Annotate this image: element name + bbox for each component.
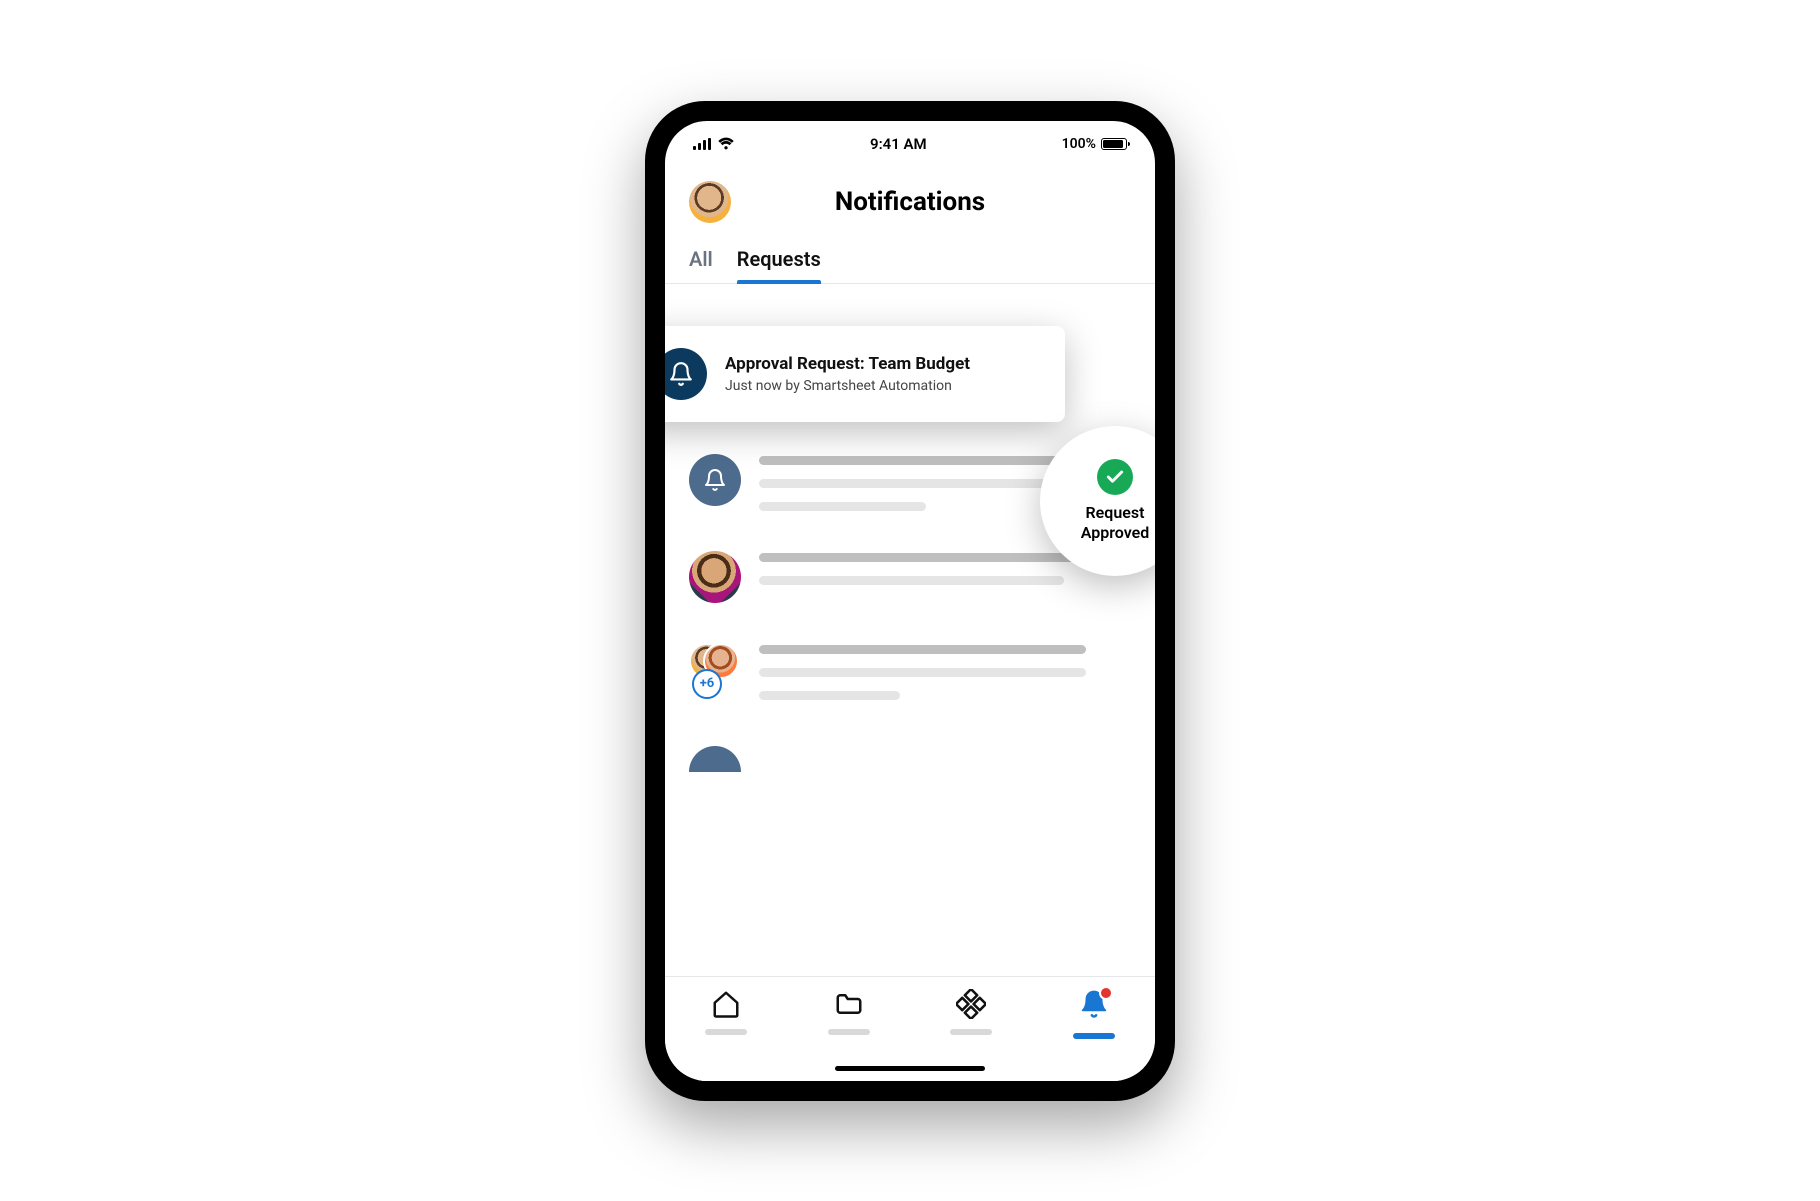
- battery-percent-label: 100%: [1062, 136, 1096, 152]
- cellular-signal-icon: [693, 138, 711, 150]
- list-item[interactable]: [689, 740, 1131, 772]
- phone-screen: 9:41 AM 100% Notifications All Requests …: [665, 121, 1155, 1081]
- list-item[interactable]: [689, 551, 1131, 603]
- avatar-group: +6: [689, 643, 741, 695]
- battery-icon: [1101, 138, 1127, 150]
- approved-text: Request Approved: [1081, 503, 1150, 543]
- list-item[interactable]: +6: [689, 643, 1131, 700]
- page-title: Notifications: [689, 187, 1131, 217]
- tab-all[interactable]: All: [689, 247, 713, 283]
- folder-icon: [834, 989, 864, 1019]
- check-icon: [1097, 459, 1133, 495]
- user-avatar: [689, 746, 741, 772]
- apps-icon: [956, 989, 986, 1019]
- approved-line1: Request: [1086, 503, 1145, 523]
- status-bar: 9:41 AM 100%: [665, 121, 1155, 167]
- skeleton-lines: [759, 643, 1131, 700]
- status-battery-group: 100%: [1062, 136, 1127, 152]
- nav-apps[interactable]: [950, 989, 992, 1035]
- bottom-nav-bar: [665, 976, 1155, 1081]
- approved-line2: Approved: [1081, 523, 1150, 543]
- home-icon: [711, 989, 741, 1019]
- app-header: Notifications: [665, 167, 1155, 229]
- featured-notification-text: Approval Request: Team Budget Just now b…: [725, 354, 970, 394]
- user-avatar: [689, 551, 741, 603]
- bell-icon: [1079, 989, 1109, 1023]
- nav-files[interactable]: [828, 989, 870, 1035]
- featured-notification-subtitle: Just now by Smartsheet Automation: [725, 378, 970, 394]
- phone-device-frame: 9:41 AM 100% Notifications All Requests …: [645, 101, 1175, 1101]
- status-signal-wifi: [693, 137, 735, 150]
- avatar-overflow-count: +6: [692, 669, 722, 699]
- status-time: 9:41 AM: [870, 135, 927, 153]
- wifi-icon: [717, 137, 735, 150]
- tab-requests[interactable]: Requests: [737, 247, 821, 283]
- tabs-bar: All Requests: [665, 229, 1155, 284]
- home-indicator: [835, 1066, 985, 1071]
- nav-home[interactable]: [705, 989, 747, 1035]
- bell-icon: [665, 348, 707, 400]
- featured-notification-title: Approval Request: Team Budget: [725, 354, 970, 374]
- nav-notifications[interactable]: [1073, 989, 1115, 1039]
- featured-notification-card[interactable]: Approval Request: Team Budget Just now b…: [665, 326, 1065, 422]
- bell-icon: [689, 454, 741, 506]
- notification-dot-badge: [1099, 986, 1113, 1000]
